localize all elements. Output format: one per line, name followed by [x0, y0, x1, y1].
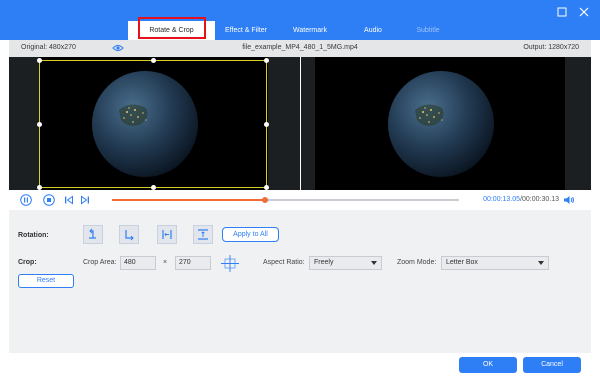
tab-audio[interactable]: Audio — [343, 21, 403, 40]
aspect-ratio-value: Freely — [314, 259, 334, 266]
rotate-right-icon — [125, 230, 134, 241]
previous-frame-icon[interactable] — [64, 194, 74, 208]
playback-bar: 00:00:13.05/00:00:30.13 — [9, 190, 591, 210]
crop-area-label: Crop Area: — [83, 259, 117, 266]
crop-handle-left[interactable] — [37, 122, 42, 127]
progress-track[interactable] — [112, 197, 459, 203]
earth-image-output — [388, 71, 494, 177]
rotation-label: Rotation: — [18, 232, 49, 239]
title-bar: Rotate & Crop Effect & Filter Watermark … — [0, 0, 600, 40]
current-time: 00:00:13.05 — [483, 196, 521, 203]
pause-icon[interactable] — [20, 194, 32, 208]
minimize-icon[interactable] — [556, 6, 568, 18]
footer: OK Cancel — [0, 353, 600, 386]
apply-to-all-button[interactable]: Apply to All — [222, 227, 279, 242]
times-sign: × — [163, 259, 168, 266]
output-resolution: Output: 1280x720 — [523, 44, 579, 51]
flip-horizontal-icon — [162, 230, 172, 239]
rotate-right-button[interactable] — [119, 225, 139, 244]
cancel-button[interactable]: Cancel — [523, 357, 581, 373]
chevron-down-icon — [538, 261, 544, 265]
flip-horizontal-button[interactable] — [157, 225, 177, 244]
source-preview — [9, 57, 300, 190]
crop-label: Crop: — [18, 259, 37, 266]
tab-effect-filter[interactable]: Effect & Filter — [215, 21, 277, 40]
rotate-left-button[interactable] — [83, 225, 103, 244]
crop-handle-top-right[interactable] — [264, 58, 269, 63]
file-name: file_example_MP4_480_1_5MG.mp4 — [242, 44, 358, 51]
info-bar: Original: 480x270 file_example_MP4_480_1… — [9, 40, 591, 57]
flip-vertical-icon — [198, 229, 208, 240]
crop-handle-top[interactable] — [151, 58, 156, 63]
progress-fill — [112, 199, 265, 201]
aspect-ratio-select[interactable]: Freely — [309, 256, 382, 270]
crop-height-field[interactable]: 270 — [175, 256, 211, 270]
stop-icon[interactable] — [43, 194, 55, 208]
chevron-down-icon — [371, 261, 377, 265]
aspect-ratio-label: Aspect Ratio: — [263, 259, 305, 266]
flip-vertical-button[interactable] — [193, 225, 213, 244]
time-display: 00:00:13.05/00:00:30.13 — [483, 196, 559, 203]
zoom-mode-label: Zoom Mode: — [397, 259, 437, 266]
window-controls — [556, 6, 590, 18]
output-preview — [301, 57, 591, 190]
tab-highlight-box — [138, 17, 206, 39]
reset-button[interactable]: Reset — [18, 274, 74, 288]
tab-watermark[interactable]: Watermark — [277, 21, 343, 40]
center-crop-icon[interactable] — [221, 255, 239, 274]
crop-box[interactable] — [37, 58, 269, 190]
edit-controls: Rotation: Apply to All Crop: Crop Area: … — [9, 210, 591, 353]
volume-icon[interactable] — [563, 194, 575, 208]
progress-knob[interactable] — [261, 197, 268, 203]
rotate-left-icon — [89, 228, 96, 239]
zoom-mode-select[interactable]: Letter Box — [441, 256, 549, 270]
close-icon[interactable] — [578, 6, 590, 18]
next-frame-icon[interactable] — [80, 194, 90, 208]
total-time: /00:00:30.13 — [520, 196, 559, 203]
crop-handle-top-left[interactable] — [37, 58, 42, 63]
ok-button[interactable]: OK — [459, 357, 517, 373]
tab-subtitle[interactable]: Subtitle — [403, 21, 453, 40]
zoom-mode-value: Letter Box — [446, 259, 478, 266]
crop-width-field[interactable]: 480 — [120, 256, 156, 270]
crop-handle-right[interactable] — [264, 122, 269, 127]
